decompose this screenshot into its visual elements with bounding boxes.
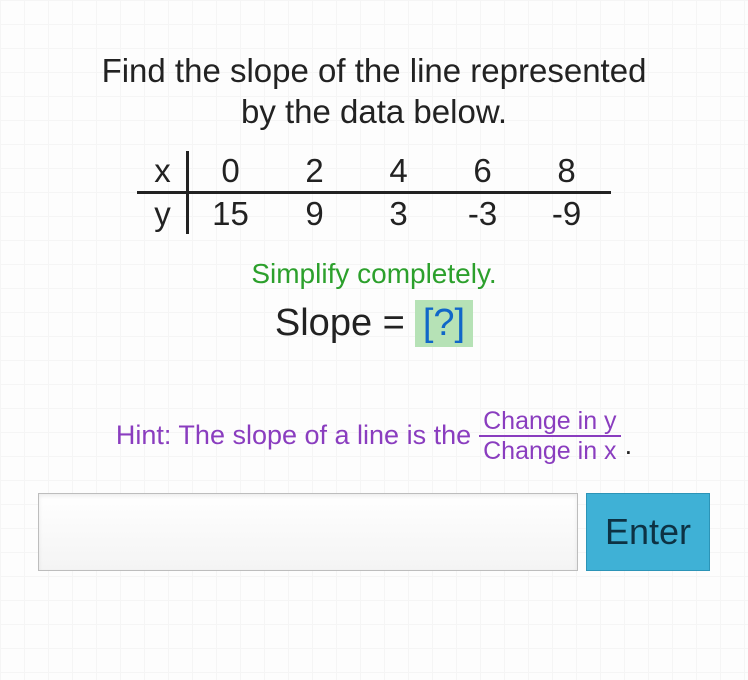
y-cells: 15 9 3 -3 -9 — [189, 195, 609, 233]
answer-row: Enter — [38, 493, 710, 571]
row-label-x: x — [140, 152, 186, 190]
simplify-text: Simplify completely. — [251, 258, 496, 290]
table-row: x 0 2 4 6 8 — [140, 151, 609, 191]
hint-prefix: Hint: The slope of a line is the — [116, 420, 471, 451]
question-line1: Find the slope of the line represented — [102, 52, 647, 89]
cell: 8 — [525, 152, 609, 190]
data-table: x 0 2 4 6 8 y 15 9 3 -3 -9 — [137, 151, 611, 234]
cell: 15 — [189, 195, 273, 233]
hint-numerator: Change in y — [479, 407, 620, 437]
cell: 4 — [357, 152, 441, 190]
hint-fraction: Change in y Change in x — [479, 407, 620, 465]
slope-label: Slope = — [275, 302, 405, 345]
question-line2: by the data below. — [241, 93, 507, 130]
row-label-y: y — [140, 195, 186, 233]
cell: 9 — [273, 195, 357, 233]
hint-period: . — [625, 430, 633, 461]
enter-button[interactable]: Enter — [586, 493, 710, 571]
cell: -9 — [525, 195, 609, 233]
hint-text: Hint: The slope of a line is the Change … — [116, 407, 632, 465]
answer-placeholder-box: [?] — [415, 300, 473, 347]
x-cells: 0 2 4 6 8 — [189, 152, 609, 190]
question-text: Find the slope of the line represented b… — [102, 50, 647, 133]
answer-input[interactable] — [38, 493, 578, 571]
cell: 2 — [273, 152, 357, 190]
slope-equation: Slope = [?] — [275, 300, 473, 347]
table-row: y 15 9 3 -3 -9 — [140, 194, 609, 234]
hint-denominator: Change in x — [479, 437, 620, 465]
cell: 3 — [357, 195, 441, 233]
cell: 0 — [189, 152, 273, 190]
cell: 6 — [441, 152, 525, 190]
cell: -3 — [441, 195, 525, 233]
